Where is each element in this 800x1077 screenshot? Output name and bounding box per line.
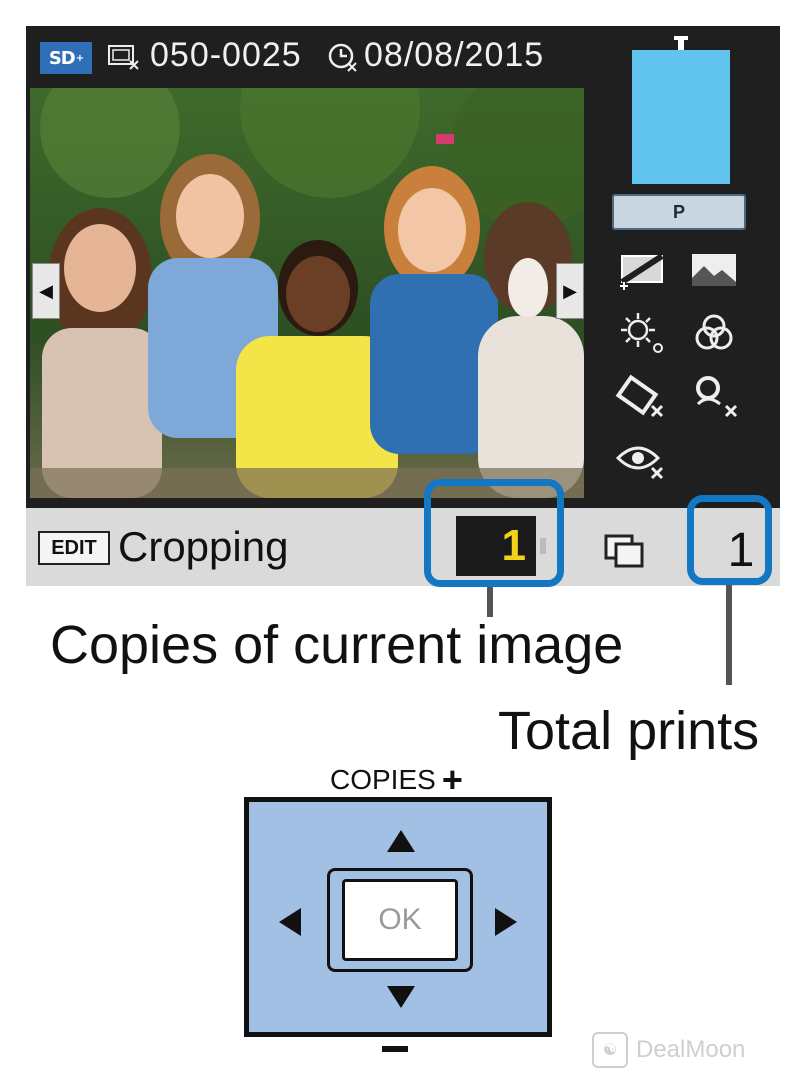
bottom-bar: EDIT Cropping 1 1 — [26, 508, 780, 586]
date-text: 08/08/2015 — [364, 36, 545, 74]
layout-icon[interactable] — [614, 248, 670, 294]
up-arrow-icon[interactable] — [387, 830, 415, 852]
watermark-text: DealMoon — [636, 1036, 746, 1063]
eye-fix-icon[interactable] — [614, 438, 670, 484]
lcd-screen: SD + 050-0025 08/08/2015 ◀ ▶ P EDIT Crop… — [26, 26, 780, 586]
plus-sign: + — [441, 759, 463, 800]
minus-sign — [382, 1046, 408, 1052]
total-caption: Total prints — [498, 701, 760, 761]
image-number: 050-0025 — [150, 36, 302, 74]
right-arrow-icon[interactable]: ▶ — [556, 263, 584, 319]
photo-preview[interactable]: ◀ ▶ — [30, 88, 584, 498]
paper-preview — [632, 50, 730, 184]
left-arrow-icon[interactable]: ◀ — [32, 263, 60, 319]
dpad-control: OK — [244, 797, 552, 1037]
edit-tag[interactable]: EDIT — [38, 531, 110, 565]
ok-button-frame: OK — [327, 868, 473, 972]
copies-callout-ring — [424, 479, 564, 587]
color-filter-icon[interactable] — [686, 310, 742, 356]
dpad-left-arrow-icon[interactable] — [279, 908, 301, 936]
red-eye-off-icon[interactable] — [686, 374, 742, 420]
image-enhance-icon[interactable] — [686, 248, 742, 294]
edit-label: Cropping — [118, 523, 289, 570]
copies-caption: Copies of current image — [50, 615, 624, 675]
dpad-right-arrow-icon[interactable] — [495, 908, 517, 936]
copies-label: COPIES — [330, 764, 436, 795]
sd-card-icon: SD + — [40, 42, 92, 74]
family-photo — [30, 88, 584, 498]
print-stack-icon — [604, 534, 644, 568]
copies-leader-line — [487, 587, 493, 617]
total-leader-line — [726, 585, 732, 685]
date-icon — [328, 43, 357, 72]
down-arrow-icon[interactable] — [387, 986, 415, 1008]
copies-plus-label: COPIES + — [330, 762, 463, 798]
dealmoon-logo-icon: ☯ — [592, 1032, 628, 1068]
ok-button[interactable]: OK — [342, 879, 458, 961]
watermark: ☯ DealMoon — [592, 1032, 745, 1068]
brightness-icon[interactable] — [614, 310, 670, 356]
image-number-icon — [108, 45, 139, 70]
total-callout-ring — [687, 495, 772, 585]
print-mode-button[interactable]: P — [612, 194, 746, 230]
hide-info-icon[interactable] — [614, 374, 670, 420]
status-bar: SD + 050-0025 08/08/2015 — [26, 26, 586, 88]
